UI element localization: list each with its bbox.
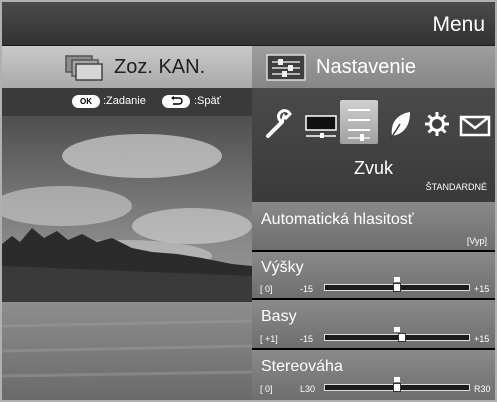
sound-preset-label: ŠTANDARDNÉ: [425, 182, 487, 192]
row-bass-max: +15: [474, 334, 490, 344]
row-treble-value: [ 0]: [260, 284, 273, 294]
row-bass[interactable]: Basy [ +1] -15 +15: [252, 300, 495, 348]
tv-menu-screen: Menu Zoz. KAN. Nastavenie OK:Zadanie:S…: [0, 0, 497, 402]
row-bass-value: [ +1]: [260, 334, 278, 344]
section-title: Zvuk: [353, 158, 393, 178]
row-treble[interactable]: Výšky [ 0] -15 +15: [252, 252, 495, 298]
hint-enter-label: :Zadanie: [103, 95, 146, 107]
menu-bar: Menu: [2, 2, 495, 46]
settings-panel-icon: [266, 54, 306, 86]
center-tick: [394, 277, 400, 282]
row-auto-volume[interactable]: Automatická hlasitosť [Vyp]: [252, 202, 495, 250]
menu-title: Menu: [432, 13, 485, 36]
treble-slider-thumb[interactable]: [393, 283, 401, 292]
row-treble-min: -15: [300, 284, 314, 294]
mail-icon[interactable]: [456, 104, 494, 144]
row-auto-volume-title: Automatická hlasitosť: [261, 211, 414, 228]
tab-settings-label: Nastavenie: [316, 56, 417, 78]
row-balance-max: R30: [474, 384, 491, 394]
eco-leaf-icon[interactable]: [380, 104, 418, 144]
tab-channel-list[interactable]: Zoz. KAN.: [2, 46, 252, 88]
bass-slider[interactable]: [324, 333, 470, 342]
balance-slider-thumb[interactable]: [393, 383, 401, 392]
tv-preview-image: [2, 116, 252, 400]
row-auto-volume-value: [Vyp]: [466, 236, 487, 246]
tab-channel-list-label: Zoz. KAN.: [114, 56, 206, 78]
hint-back-label: :Späť: [194, 95, 221, 107]
balance-slider[interactable]: [324, 383, 470, 392]
back-icon: [162, 95, 190, 108]
gear-icon[interactable]: [418, 104, 456, 144]
row-treble-max: +15: [474, 284, 490, 294]
treble-slider[interactable]: [324, 283, 470, 292]
row-bass-title: Basy: [261, 308, 297, 325]
row-balance-min: L30: [300, 384, 316, 394]
picture-icon[interactable]: [302, 104, 340, 144]
ok-key-icon: OK: [72, 95, 100, 108]
settings-panel: Zvuk ŠTANDARDNÉ: [252, 88, 495, 202]
row-stereo-balance[interactable]: Stereováha [ 0] L30 R30: [252, 350, 495, 400]
row-bass-min: -15: [300, 334, 314, 344]
row-balance-title: Stereováha: [261, 358, 343, 375]
channel-list-icon: [64, 54, 104, 87]
center-tick: [394, 377, 400, 382]
tab-settings[interactable]: Nastavenie: [252, 46, 495, 88]
sound-icon[interactable]: [340, 100, 378, 144]
center-tick: [394, 327, 400, 332]
row-treble-title: Výšky: [261, 259, 304, 276]
hint-bar: OK :Zadanie :Späť: [2, 88, 252, 116]
bass-slider-thumb[interactable]: [398, 333, 406, 342]
wrench-icon[interactable]: [260, 104, 298, 144]
row-balance-value: [ 0]: [260, 384, 273, 394]
